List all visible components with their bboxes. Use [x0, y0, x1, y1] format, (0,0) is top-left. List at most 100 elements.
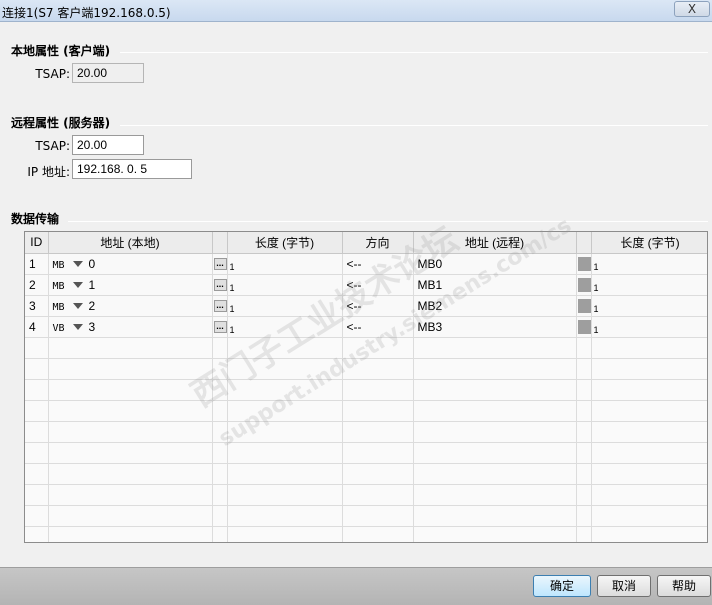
local-tsap-field[interactable]: 20.00: [72, 63, 144, 83]
area-select[interactable]: MB: [53, 302, 65, 313]
empty-cell[interactable]: [576, 421, 592, 443]
empty-table-row[interactable]: [25, 505, 707, 527]
cell-local-length[interactable]: 1: [227, 253, 343, 275]
chevron-down-icon[interactable]: [72, 303, 83, 310]
empty-table-row[interactable]: [25, 442, 707, 464]
cell-local-length[interactable]: 1: [227, 316, 343, 338]
cell-local-address[interactable]: MB 2: [48, 295, 213, 317]
remote-browse-button[interactable]: [577, 319, 590, 334]
local-length-value[interactable]: 1: [230, 283, 235, 293]
empty-cell[interactable]: [25, 400, 49, 422]
empty-cell[interactable]: [48, 442, 213, 464]
empty-cell[interactable]: [212, 358, 228, 380]
empty-cell[interactable]: [413, 484, 577, 506]
empty-cell[interactable]: [25, 463, 49, 485]
chevron-down-icon[interactable]: [72, 261, 83, 268]
empty-cell[interactable]: [227, 463, 343, 485]
cell-local-length[interactable]: 1: [227, 274, 343, 296]
empty-cell[interactable]: [212, 400, 228, 422]
empty-table-row[interactable]: [25, 463, 707, 485]
address-offset[interactable]: 1: [89, 278, 96, 292]
empty-cell[interactable]: [48, 463, 213, 485]
cell-remote-address[interactable]: MB1: [413, 274, 577, 296]
empty-cell[interactable]: [212, 526, 228, 542]
col-header-direction[interactable]: 方向: [342, 232, 414, 254]
empty-cell[interactable]: [48, 379, 213, 401]
empty-cell[interactable]: [227, 526, 343, 542]
empty-cell[interactable]: [413, 379, 577, 401]
empty-cell[interactable]: [591, 400, 707, 422]
col-header-id[interactable]: ID: [25, 232, 49, 254]
empty-cell[interactable]: [48, 526, 213, 542]
empty-cell[interactable]: [342, 526, 414, 542]
empty-cell[interactable]: [227, 358, 343, 380]
cell-local-address[interactable]: VB 3: [48, 316, 213, 338]
empty-cell[interactable]: [342, 337, 414, 359]
address-offset[interactable]: 3: [89, 320, 96, 334]
close-button[interactable]: X: [674, 1, 710, 17]
empty-cell[interactable]: [591, 484, 707, 506]
cell-direction[interactable]: <--: [342, 253, 414, 275]
empty-cell[interactable]: [48, 505, 213, 527]
empty-cell[interactable]: [576, 400, 592, 422]
empty-cell[interactable]: [25, 526, 49, 542]
cell-remote-length[interactable]: 1: [591, 316, 707, 338]
empty-cell[interactable]: [25, 484, 49, 506]
empty-cell[interactable]: [227, 505, 343, 527]
cell-remote-length[interactable]: 1: [591, 295, 707, 317]
empty-table-row[interactable]: [25, 358, 707, 380]
cell-direction[interactable]: <--: [342, 295, 414, 317]
empty-cell[interactable]: [591, 358, 707, 380]
remote-length-value[interactable]: 1: [594, 262, 599, 272]
cell-remote-browse[interactable]: [576, 253, 592, 275]
cell-remote-length[interactable]: 1: [591, 274, 707, 296]
empty-cell[interactable]: [212, 463, 228, 485]
empty-cell[interactable]: [48, 484, 213, 506]
empty-table-row[interactable]: [25, 526, 707, 542]
cell-local-browse[interactable]: ...: [212, 295, 228, 317]
empty-cell[interactable]: [342, 358, 414, 380]
empty-cell[interactable]: [413, 526, 577, 542]
cell-local-address[interactable]: MB 1: [48, 274, 213, 296]
empty-cell[interactable]: [591, 463, 707, 485]
empty-cell[interactable]: [25, 421, 49, 443]
cell-direction[interactable]: <--: [342, 316, 414, 338]
remote-browse-button[interactable]: [577, 298, 590, 313]
col-header-remote-length[interactable]: 长度 (字节): [591, 232, 707, 254]
cell-local-address[interactable]: MB 0: [48, 253, 213, 275]
empty-cell[interactable]: [413, 442, 577, 464]
empty-cell[interactable]: [212, 337, 228, 359]
cell-direction[interactable]: <--: [342, 274, 414, 296]
empty-cell[interactable]: [576, 484, 592, 506]
empty-cell[interactable]: [413, 421, 577, 443]
empty-cell[interactable]: [591, 379, 707, 401]
empty-cell[interactable]: [227, 421, 343, 443]
remote-browse-button[interactable]: [577, 277, 590, 292]
empty-cell[interactable]: [576, 358, 592, 380]
empty-cell[interactable]: [576, 337, 592, 359]
empty-cell[interactable]: [48, 421, 213, 443]
empty-cell[interactable]: [212, 505, 228, 527]
empty-cell[interactable]: [342, 400, 414, 422]
empty-table-row[interactable]: [25, 400, 707, 422]
empty-cell[interactable]: [591, 505, 707, 527]
empty-cell[interactable]: [342, 505, 414, 527]
empty-cell[interactable]: [48, 337, 213, 359]
browse-button[interactable]: ...: [213, 279, 226, 292]
remote-browse-button[interactable]: [577, 256, 590, 271]
cell-local-browse[interactable]: ...: [212, 274, 228, 296]
ok-button[interactable]: 确定: [533, 575, 591, 597]
empty-cell[interactable]: [413, 400, 577, 422]
empty-cell[interactable]: [413, 358, 577, 380]
cell-remote-browse[interactable]: [576, 274, 592, 296]
remote-length-value[interactable]: 1: [594, 304, 599, 314]
empty-cell[interactable]: [212, 421, 228, 443]
browse-button[interactable]: ...: [213, 321, 226, 334]
empty-cell[interactable]: [342, 442, 414, 464]
cell-remote-address[interactable]: MB2: [413, 295, 577, 317]
empty-cell[interactable]: [227, 442, 343, 464]
cell-local-browse[interactable]: ...: [212, 316, 228, 338]
empty-cell[interactable]: [227, 400, 343, 422]
empty-cell[interactable]: [576, 379, 592, 401]
cell-remote-address[interactable]: MB0: [413, 253, 577, 275]
